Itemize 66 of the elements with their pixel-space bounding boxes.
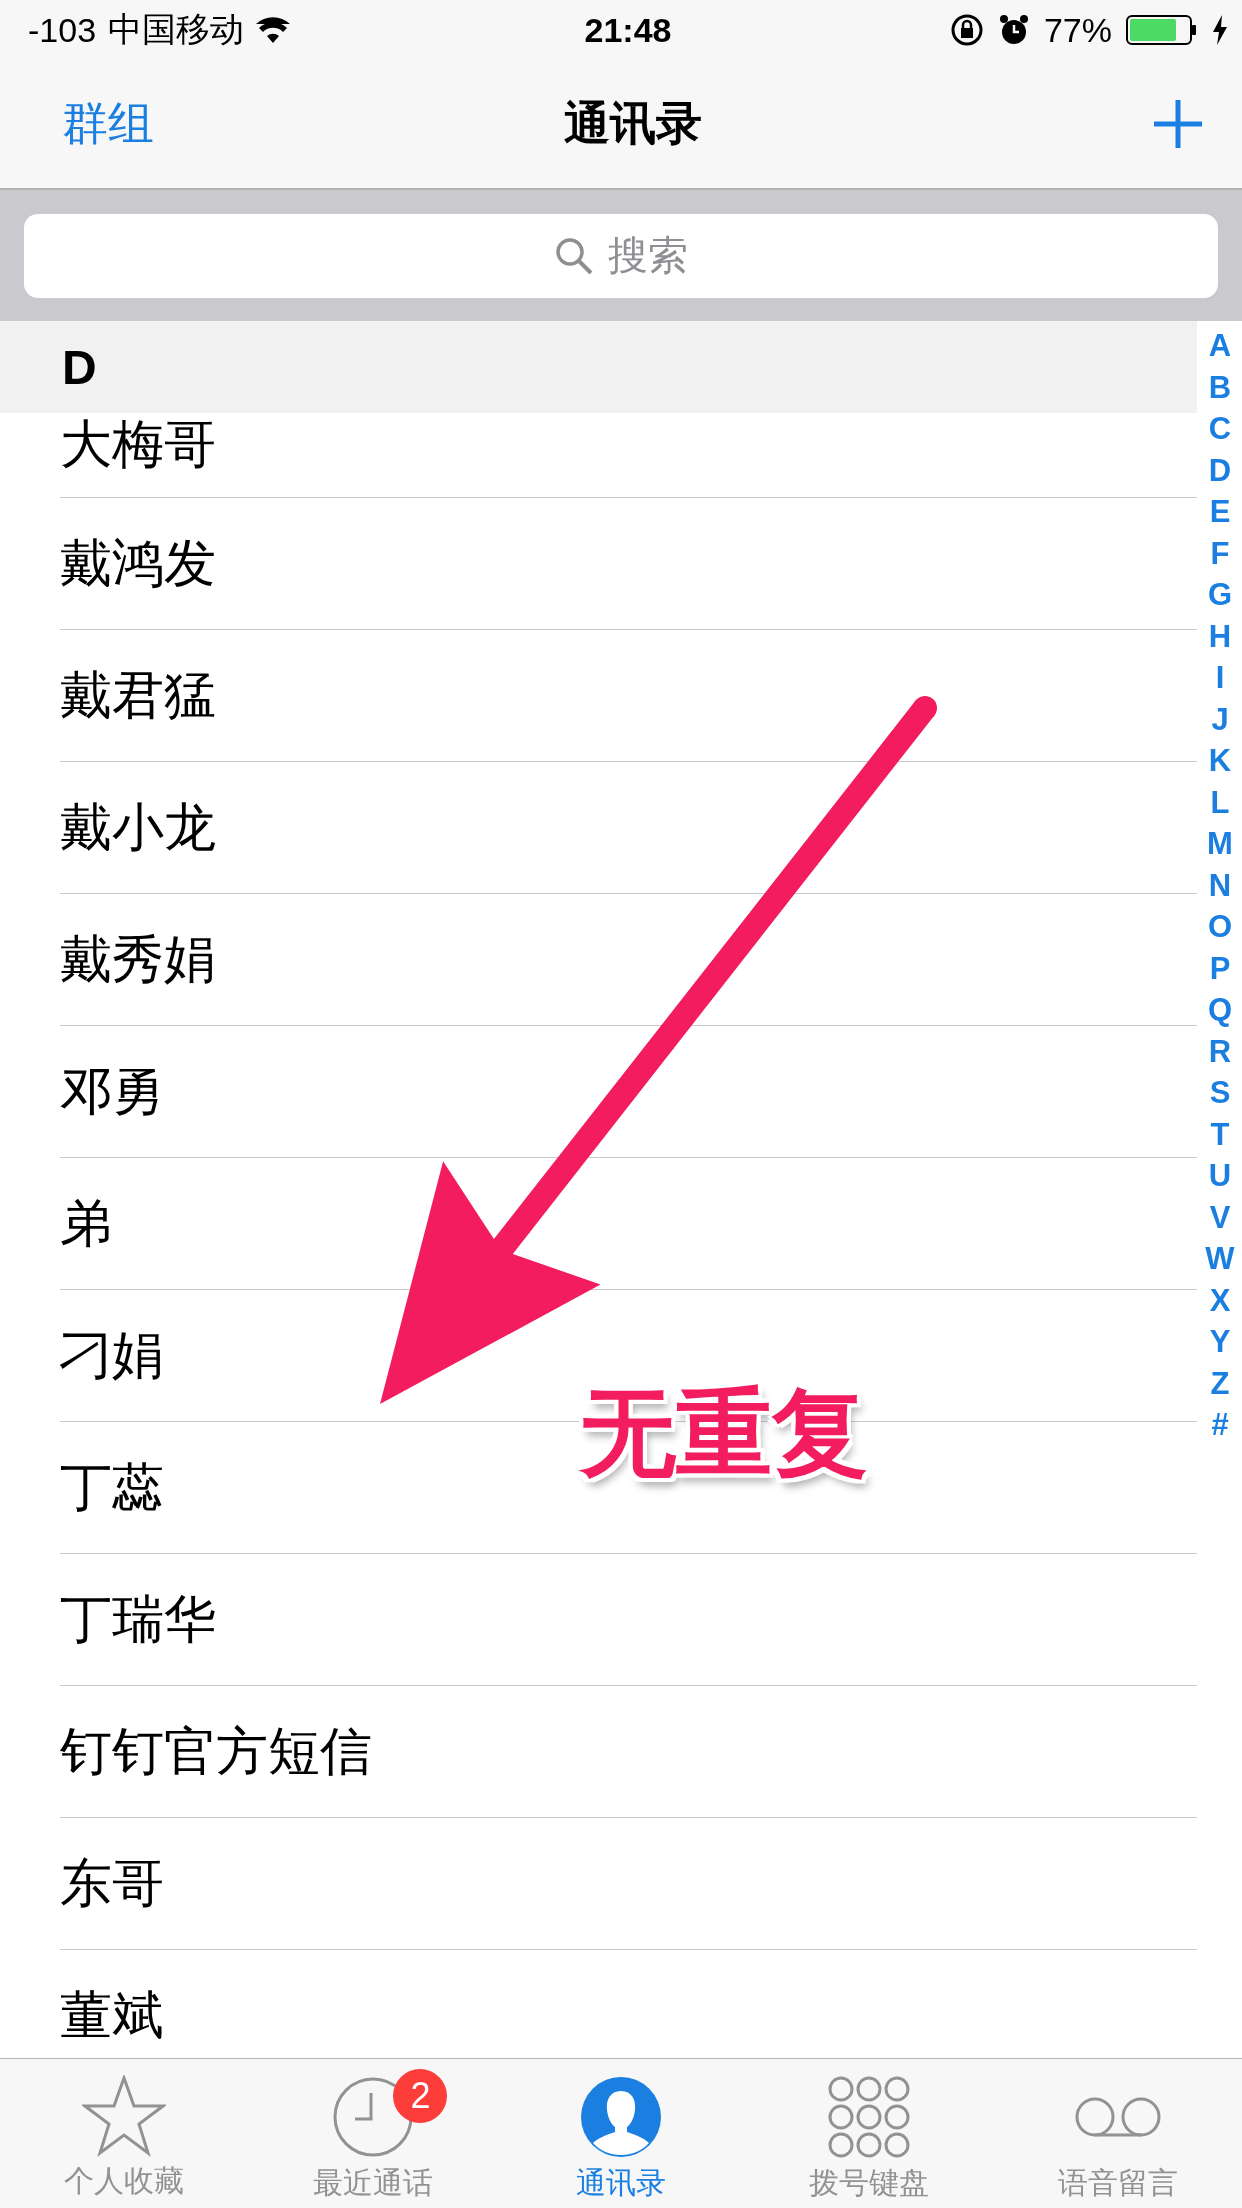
rotation-lock-icon [949,13,984,47]
index-letter[interactable]: Y [1209,1321,1231,1363]
index-letter[interactable]: C [1208,408,1232,450]
alarm-icon [997,14,1030,46]
contact-name[interactable]: 戴小龙 [60,792,216,863]
contact-name[interactable]: 邓勇 [60,1056,164,1127]
tab-bar-item[interactable]: 语音留言 [993,2059,1242,2208]
index-letter[interactable]: O [1207,906,1233,948]
tab-bar-item[interactable]: 通讯录 [496,2059,746,2208]
index-letter[interactable]: X [1209,1279,1231,1321]
index-letter[interactable]: K [1208,740,1232,782]
index-letter[interactable]: G [1207,574,1233,616]
add-icon[interactable] [1152,98,1204,150]
tab-bar-item[interactable]: 最近通话 2 [248,2059,497,2208]
contact-name[interactable]: 董斌 [60,1980,164,2051]
index-letter[interactable]: I [1215,657,1225,699]
nav-title: 通讯录 [564,96,702,151]
contact-name[interactable]: 大梅哥 [60,413,216,475]
index-letter[interactable]: S [1209,1072,1231,1114]
index-letter[interactable]: # [1211,1404,1229,1446]
tab-bar-item[interactable]: 拨号键盘 [745,2059,994,2208]
wifi-icon [256,17,291,43]
tab-bar-item[interactable]: 个人收藏 [0,2059,249,2208]
battery-percent: 77% [1043,10,1112,50]
contact-icon [579,2075,663,2159]
index-letter[interactable]: L [1210,781,1230,823]
index-letter[interactable]: U [1208,1155,1232,1197]
index-letter[interactable]: N [1208,864,1232,906]
badge: 2 [393,2069,448,2123]
index-letter[interactable]: T [1210,1113,1230,1155]
contact-name[interactable]: 丁瑞华 [60,1584,216,1655]
index-letter[interactable]: F [1210,532,1230,574]
index-letter[interactable]: D [1208,449,1232,491]
index-letter[interactable]: V [1209,1196,1231,1238]
contact-name[interactable]: 戴鸿发 [60,528,216,599]
search-icon [554,235,594,276]
contact-name[interactable]: 刁娟 [60,1320,164,1391]
search-field[interactable]: 搜索 [24,213,1218,298]
index-letter[interactable]: H [1208,615,1232,657]
charging-icon [1212,15,1228,45]
battery-icon [1126,15,1198,45]
signal-strength: -103 [28,10,97,50]
index-letter[interactable]: Z [1210,1362,1230,1404]
contact-name[interactable]: 钉钉官方短信 [60,1716,372,1787]
index-letter[interactable]: R [1208,1030,1232,1072]
index-letter[interactable]: B [1208,366,1232,408]
annotation-text: 无重复 [580,1378,868,1488]
star-icon [82,2075,167,2157]
index-letter[interactable]: E [1209,491,1231,533]
section-header: D [0,321,1197,413]
contact-name[interactable]: 戴秀娟 [60,924,216,995]
index-letter[interactable]: M [1207,823,1233,865]
keypad-icon [827,2075,912,2159]
index-letter[interactable]: Q [1207,989,1233,1031]
contact-name[interactable]: 丁蕊 [60,1452,164,1523]
carrier-name: 中国移动 [108,9,245,50]
groups-link[interactable]: 群组 [62,93,564,155]
index-letter[interactable]: P [1209,947,1231,989]
contact-name[interactable]: 戴君猛 [60,660,216,731]
index-letter[interactable]: W [1205,1238,1235,1280]
search-placeholder: 搜索 [608,232,688,279]
index-letter[interactable]: J [1211,698,1229,740]
status-time: 21:48 [584,10,672,50]
contact-name[interactable]: 东哥 [60,1848,164,1919]
index-letter[interactable]: A [1208,325,1232,367]
contact-name[interactable]: 弟 [60,1188,112,1259]
